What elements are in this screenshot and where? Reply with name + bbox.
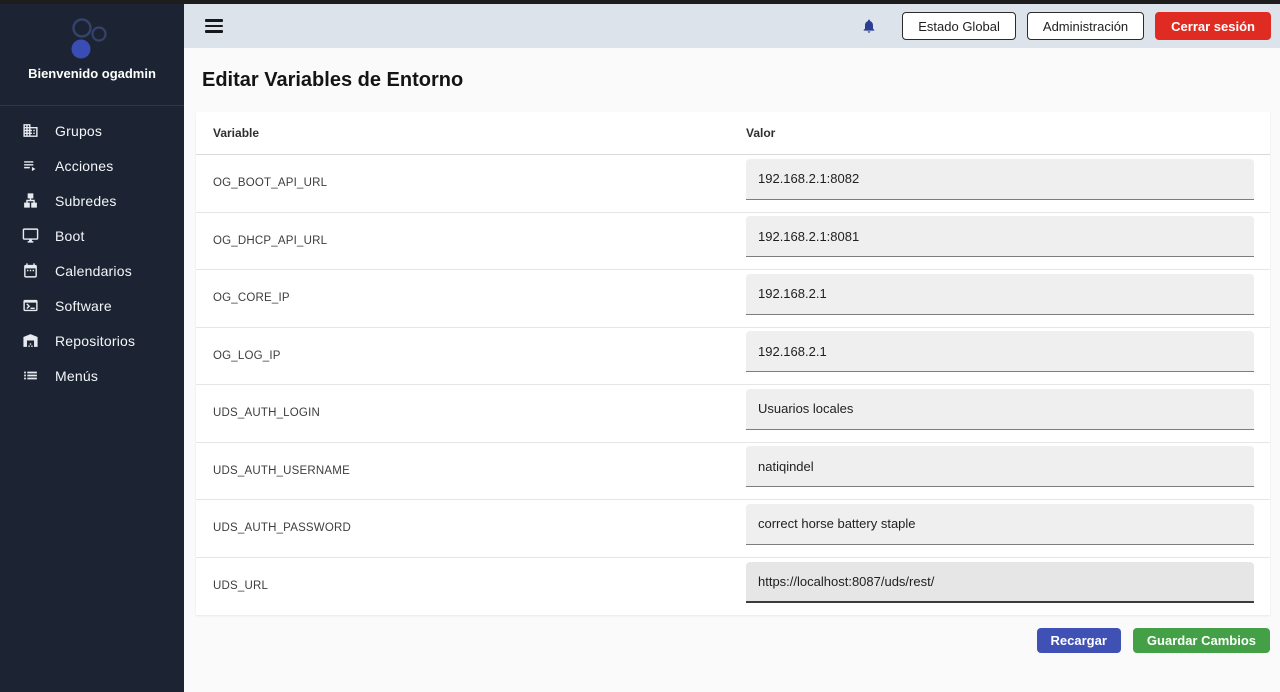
sidebar-item-label: Subredes [55,193,117,209]
value-input-og-boot-api-url[interactable] [746,159,1254,200]
table-row: UDS_AUTH_LOGIN [196,385,1270,443]
sidebar-divider [0,105,184,106]
terminal-icon [22,297,39,314]
list-icon [22,367,39,384]
page-title: Editar Variables de Entorno [202,69,463,92]
app-logo [0,4,184,64]
window-top-strip [0,0,1280,4]
sidebar-item-grupos[interactable]: Grupos [0,113,184,148]
table-header-row: Variable Valor [196,112,1270,155]
menu-icon[interactable] [205,19,223,33]
playlist-icon [22,157,39,174]
variable-name: UDS_AUTH_USERNAME [196,465,746,477]
bell-icon[interactable] [861,18,877,34]
monitor-icon [22,227,39,244]
value-input-og-dhcp-api-url[interactable] [746,216,1254,257]
table-row: OG_DHCP_API_URL [196,213,1270,271]
value-input-uds-url[interactable] [746,562,1254,603]
sidebar-item-calendarios[interactable]: Calendarios [0,253,184,288]
table-row: UDS_URL [196,558,1270,616]
network-icon [22,192,39,209]
sidebar-item-label: Menús [55,368,98,384]
variable-name: OG_LOG_IP [196,350,746,362]
value-input-uds-auth-username[interactable] [746,446,1254,487]
column-header-valor: Valor [746,126,1270,140]
topbar: Estado Global Administración Cerrar sesi… [184,4,1280,48]
table-row: UDS_AUTH_USERNAME [196,443,1270,501]
building-icon [22,122,39,139]
table-row: OG_LOG_IP [196,328,1270,386]
estado-global-button[interactable]: Estado Global [902,12,1016,40]
topbar-right: Estado Global Administración Cerrar sesi… [861,12,1271,40]
value-input-uds-auth-login[interactable] [746,389,1254,430]
sidebar-item-label: Repositorios [55,333,135,349]
sidebar-item-acciones[interactable]: Acciones [0,148,184,183]
sidebar-item-subredes[interactable]: Subredes [0,183,184,218]
table-row: OG_CORE_IP [196,270,1270,328]
env-variables-table: Variable Valor OG_BOOT_API_URL OG_DHCP_A… [196,112,1270,615]
calendar-icon [22,262,39,279]
table-row: UDS_AUTH_PASSWORD [196,500,1270,558]
sidebar-item-repositorios[interactable]: Repositorios [0,323,184,358]
sidebar-item-label: Boot [55,228,85,244]
sidebar-nav: Grupos Acciones Subredes Boot Calendario… [0,113,184,393]
form-actions: Recargar Guardar Cambios [196,628,1270,653]
sidebar: Bienvenido ogadmin Grupos Acciones Subre… [0,4,184,692]
variable-name: UDS_URL [196,580,746,592]
variable-name: OG_CORE_IP [196,292,746,304]
variable-name: OG_BOOT_API_URL [196,177,746,189]
sidebar-item-menus[interactable]: Menús [0,358,184,393]
sidebar-item-label: Software [55,298,112,314]
administracion-button[interactable]: Administración [1027,12,1144,40]
variable-name: UDS_AUTH_PASSWORD [196,522,746,534]
variable-name: OG_DHCP_API_URL [196,235,746,247]
column-header-variable: Variable [196,126,746,140]
sidebar-item-label: Calendarios [55,263,132,279]
welcome-text: Bienvenido ogadmin [0,66,184,81]
logo-circles-icon [0,4,184,64]
warehouse-icon [22,332,39,349]
variable-name: UDS_AUTH_LOGIN [196,407,746,419]
value-input-og-log-ip[interactable] [746,331,1254,372]
guardar-cambios-button[interactable]: Guardar Cambios [1133,628,1270,653]
sidebar-item-boot[interactable]: Boot [0,218,184,253]
cerrar-sesion-button[interactable]: Cerrar sesión [1155,12,1271,40]
value-input-uds-auth-password[interactable] [746,504,1254,545]
sidebar-item-label: Acciones [55,158,113,174]
value-input-og-core-ip[interactable] [746,274,1254,315]
sidebar-item-label: Grupos [55,123,102,139]
sidebar-item-software[interactable]: Software [0,288,184,323]
recargar-button[interactable]: Recargar [1037,628,1121,653]
table-row: OG_BOOT_API_URL [196,155,1270,213]
